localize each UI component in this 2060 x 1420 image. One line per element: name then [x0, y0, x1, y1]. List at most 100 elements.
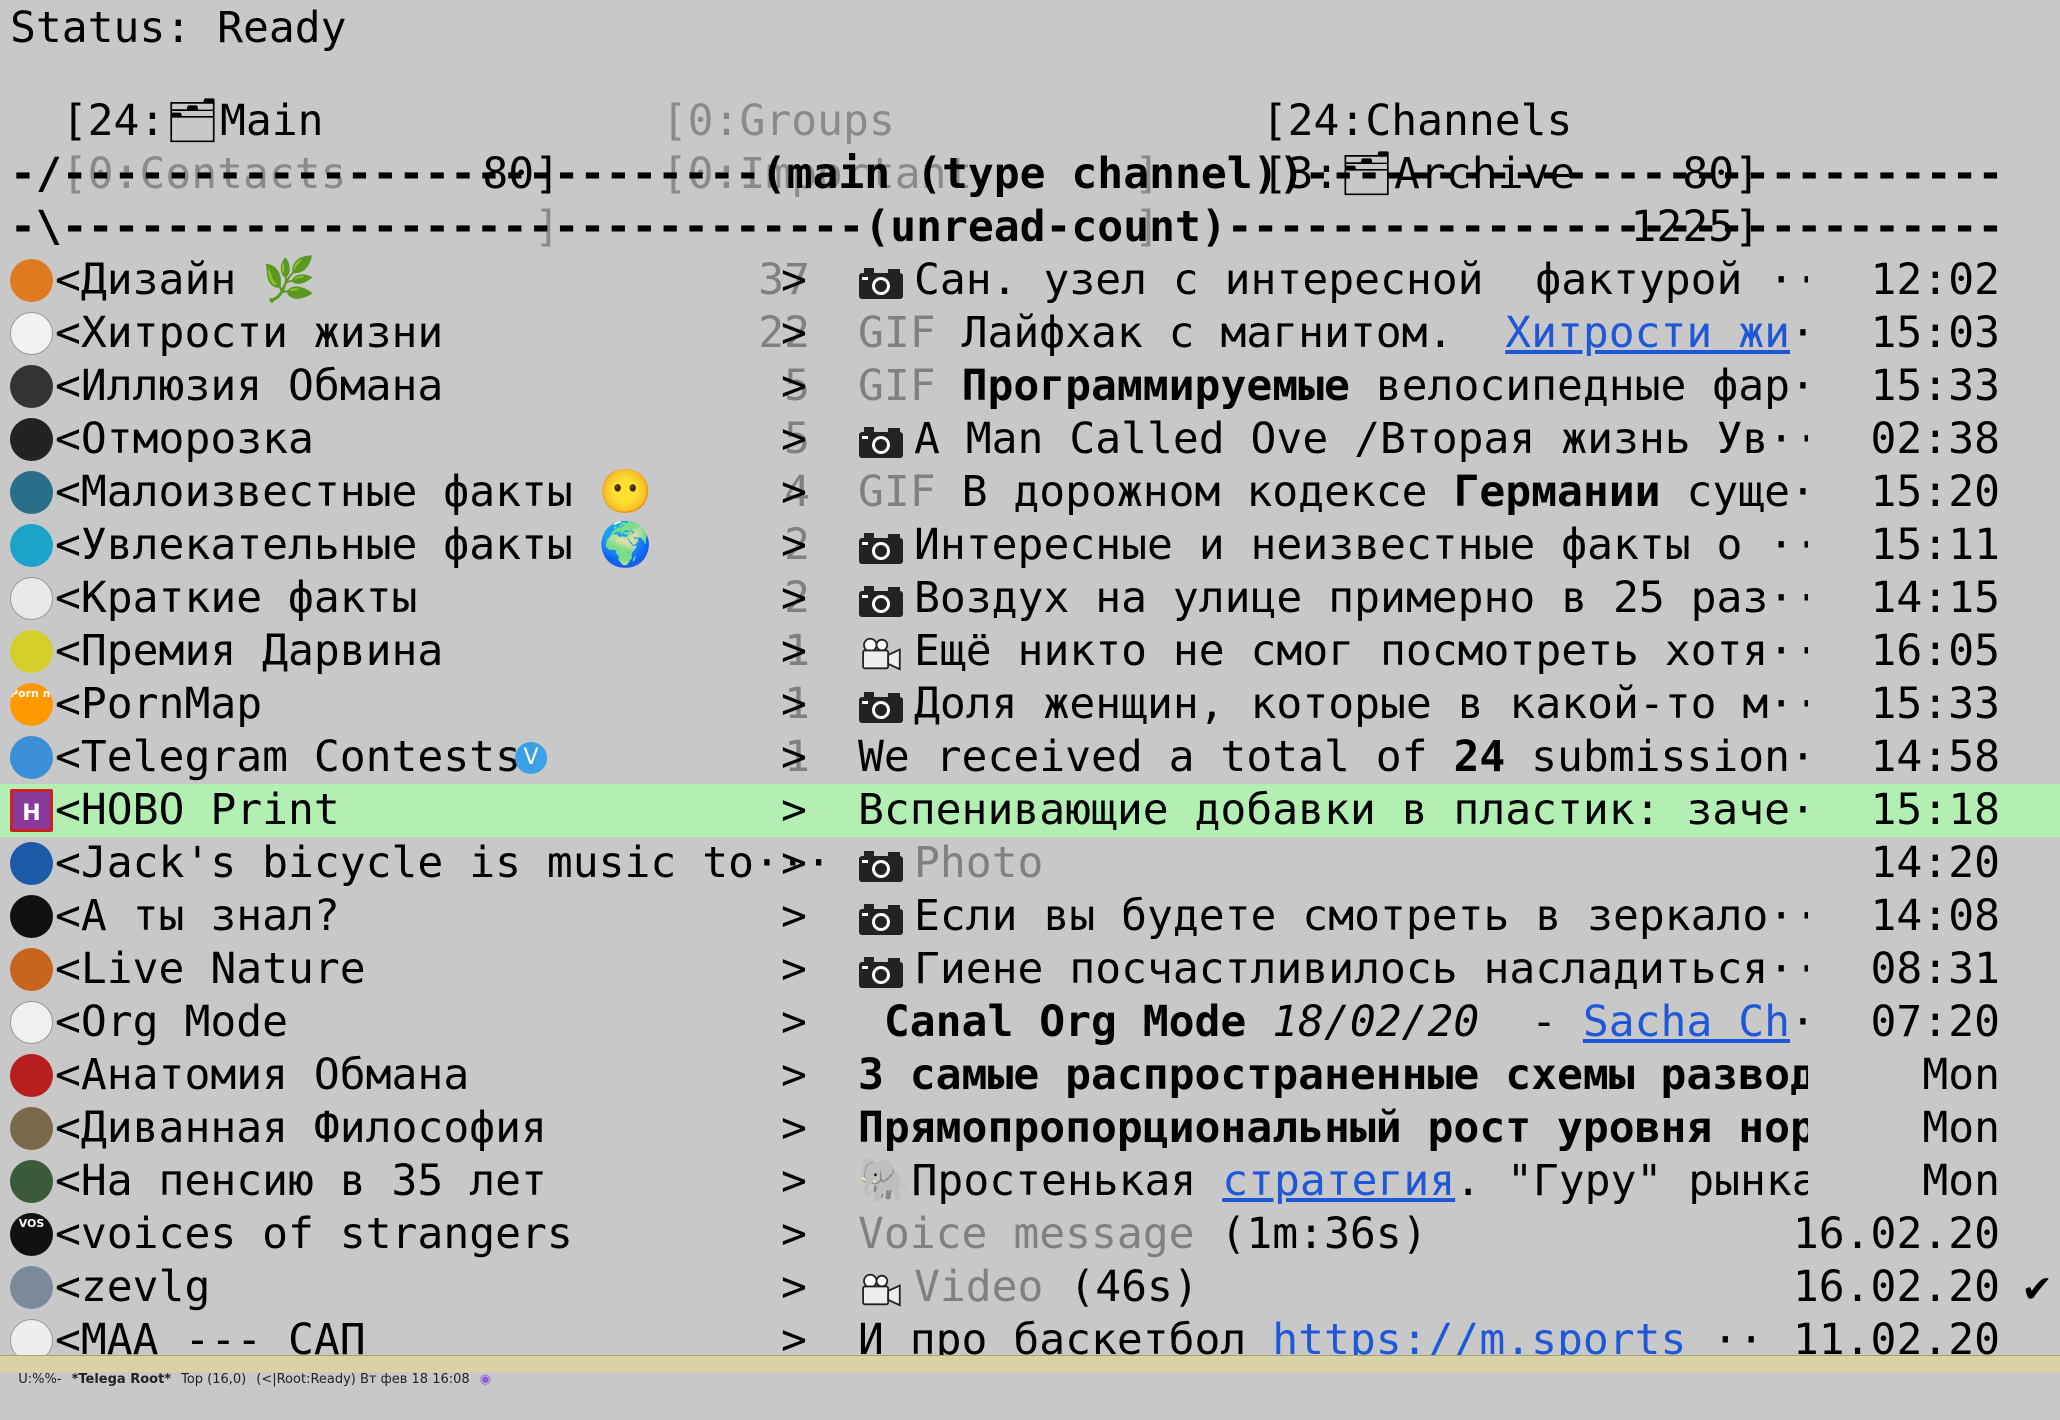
chat-arrow: >: [781, 626, 807, 676]
last-message: GIF Программируемые велосипедные фар···: [858, 361, 1808, 411]
filter-important[interactable]: [0:Important ]: [610, 95, 1160, 252]
chat-row[interactable]: <Краткие факты 2 > Воздух на улице примерно…: [0, 572, 2060, 625]
chat-row[interactable]: H <HOBO Print > Вспенивающие добавки в плас…: [0, 784, 2060, 837]
video-camera-icon: [862, 637, 901, 671]
last-message: GIF Лайфхак с магнитом. Хитрости жи···: [858, 308, 1808, 358]
avatar: [10, 1160, 53, 1203]
avatar: [10, 1107, 53, 1150]
filter-groups[interactable]: [0:Groups ]: [610, 42, 1160, 199]
filter-main[interactable]: [24:🗂Main 80]: [10, 42, 560, 199]
last-message: Гиене посчастливилось насладиться···: [858, 943, 1808, 996]
message-time: 15:33: [1870, 361, 2000, 411]
avatar: [10, 365, 53, 408]
chat-name: <PornMap: [55, 679, 263, 729]
chat-arrow: >: [781, 467, 807, 517]
chat-row[interactable]: <Иллюзия Обмана 5 > GIF Программируемые вел…: [0, 360, 2060, 413]
message-time: 15:03: [1870, 308, 2000, 358]
message-time: 15:11: [1870, 520, 2000, 570]
chat-arrow: >: [781, 679, 807, 729]
last-message: A Man Called Ove /Вторая жизнь Ув···: [858, 413, 1808, 466]
message-time: 02:38: [1870, 414, 2000, 464]
avatar: [10, 842, 53, 885]
chat-row[interactable]: <Малоизвестные факты 😶 4 > GIF В дорожном к…: [0, 466, 2060, 519]
camera-icon: [859, 532, 903, 564]
avatar: [10, 312, 53, 355]
chat-row[interactable]: <Хитрости жизни 22 > GIF Лайфхак с магнитом…: [0, 307, 2060, 360]
chat-name: <Увлекательные факты 🌍: [55, 520, 653, 570]
avatar: [10, 471, 53, 514]
chat-name: <Дизайн 🌿: [55, 255, 316, 305]
verified-icon: V: [515, 742, 547, 774]
chat-arrow: >: [781, 255, 807, 305]
chat-row[interactable]: <Диванная Философия > Прямопропорциональны…: [0, 1102, 2060, 1155]
chat-arrow: >: [781, 1156, 807, 1206]
filter-archive[interactable]: [3:🗂Archive 1225]: [1210, 95, 1760, 252]
chat-name: <Отморозка: [55, 414, 314, 464]
chat-row[interactable]: <Org Mode > Canal Org Mode 18/02/20 - Sac…: [0, 996, 2060, 1049]
chat-name: <Премия Дарвина: [55, 626, 444, 676]
message-time: 07:20: [1870, 997, 2000, 1047]
message-time: 16:05: [1870, 626, 2000, 676]
read-check-icon: ✔: [2024, 1262, 2050, 1312]
chat-arrow: >: [781, 732, 807, 782]
telegram-icon: ◉: [479, 1372, 492, 1387]
last-message: Photo: [858, 837, 1808, 890]
chat-row[interactable]: <А ты знал? > Если вы будете смотреть в зе…: [0, 890, 2060, 943]
camera-icon: [859, 903, 903, 935]
chat-name: <Краткие факты: [55, 573, 418, 623]
last-message: Вспенивающие добавки в пластик: заче···: [858, 785, 1808, 835]
chat-arrow: >: [781, 891, 807, 941]
chat-arrow: >: [781, 573, 807, 623]
chat-name: <Хитрости жизни: [55, 308, 444, 358]
chat-arrow: >: [781, 308, 807, 358]
avatar: [10, 259, 53, 302]
chat-row[interactable]: <На пенсию в 35 лет > 🐘Простенькая стратег…: [0, 1155, 2060, 1208]
sort-separator: -/---------------------------(main (type…: [10, 149, 2008, 199]
video-camera-icon: [862, 1273, 901, 1307]
chat-arrow: >: [781, 414, 807, 464]
chat-name: <Малоизвестные факты 😶: [55, 467, 653, 517]
avatar: [10, 1001, 53, 1044]
chat-row[interactable]: VOS <voices of strangers > Voice message (1…: [0, 1208, 2060, 1261]
chat-row[interactable]: <Telegram Contests V 1 > We received a total…: [0, 731, 2060, 784]
camera-icon: [859, 426, 903, 458]
message-time: 15:33: [1870, 679, 2000, 729]
chat-row[interactable]: <Live Nature > Гиене посчастливилось насла…: [0, 943, 2060, 996]
chat-name: <zevlg: [55, 1262, 211, 1312]
chat-arrow: >: [781, 1103, 807, 1153]
chat-row[interactable]: <Дизайн 🌿 37 > Сан. узел с интересной факту…: [0, 254, 2060, 307]
camera-icon: [859, 850, 903, 882]
chat-row[interactable]: <Премия Дарвина 1 > Ещё никто не смог посмо…: [0, 625, 2060, 678]
chat-arrow: >: [781, 1262, 807, 1312]
avatar: [10, 736, 53, 779]
last-message: Video (46s): [858, 1261, 1808, 1314]
avatar: [10, 418, 53, 461]
chat-name: <Иллюзия Обмана: [55, 361, 444, 411]
chat-arrow: >: [781, 838, 807, 888]
last-message: Canal Org Mode 18/02/20 - Sacha Ch···: [858, 997, 1808, 1047]
chat-name: <Telegram Contests: [55, 732, 521, 782]
chat-name: <Анатомия Обмана: [55, 1050, 470, 1100]
chat-row[interactable]: <Отморозка 5 > A Man Called Ove /Вторая жиз…: [0, 413, 2060, 466]
avatar: [10, 1054, 53, 1097]
chat-row[interactable]: Porn map<PornMap1>Доля женщин, которые в…: [0, 678, 2060, 731]
chat-row[interactable]: <Увлекательные факты 🌍 2 > Интересные и неи…: [0, 519, 2060, 572]
avatar: VOS: [10, 1213, 53, 1256]
avatar: [10, 895, 53, 938]
avatar: [10, 524, 53, 567]
chat-arrow: >: [781, 997, 807, 1047]
last-message: Ещё никто не смог посмотреть хотя···: [858, 625, 1808, 678]
filter-contacts[interactable]: [0:Contacts ]: [10, 95, 560, 252]
chat-row[interactable]: <Анатомия Обмана >3 самые распространенны…: [0, 1049, 2060, 1102]
chat-name: <На пенсию в 35 лет: [55, 1156, 547, 1206]
avatar: [10, 948, 53, 991]
last-message: We received a total of 24 submission···: [858, 732, 1808, 782]
last-message: Сан. узел с интересной фактурой ···: [858, 254, 1808, 307]
filter-channels[interactable]: [24:Channels 80]: [1210, 42, 1760, 199]
camera-icon: [859, 585, 903, 617]
chat-arrow: >: [781, 944, 807, 994]
chat-row[interactable]: <zevlg > Video (46s) 16.02.20 ✔: [0, 1261, 2060, 1314]
message-time: 15:20: [1870, 467, 2000, 517]
chat-row[interactable]: <Jack's bicycle is music to··· > Photo 14:2…: [0, 837, 2060, 890]
message-time: 12:02: [1870, 255, 2000, 305]
